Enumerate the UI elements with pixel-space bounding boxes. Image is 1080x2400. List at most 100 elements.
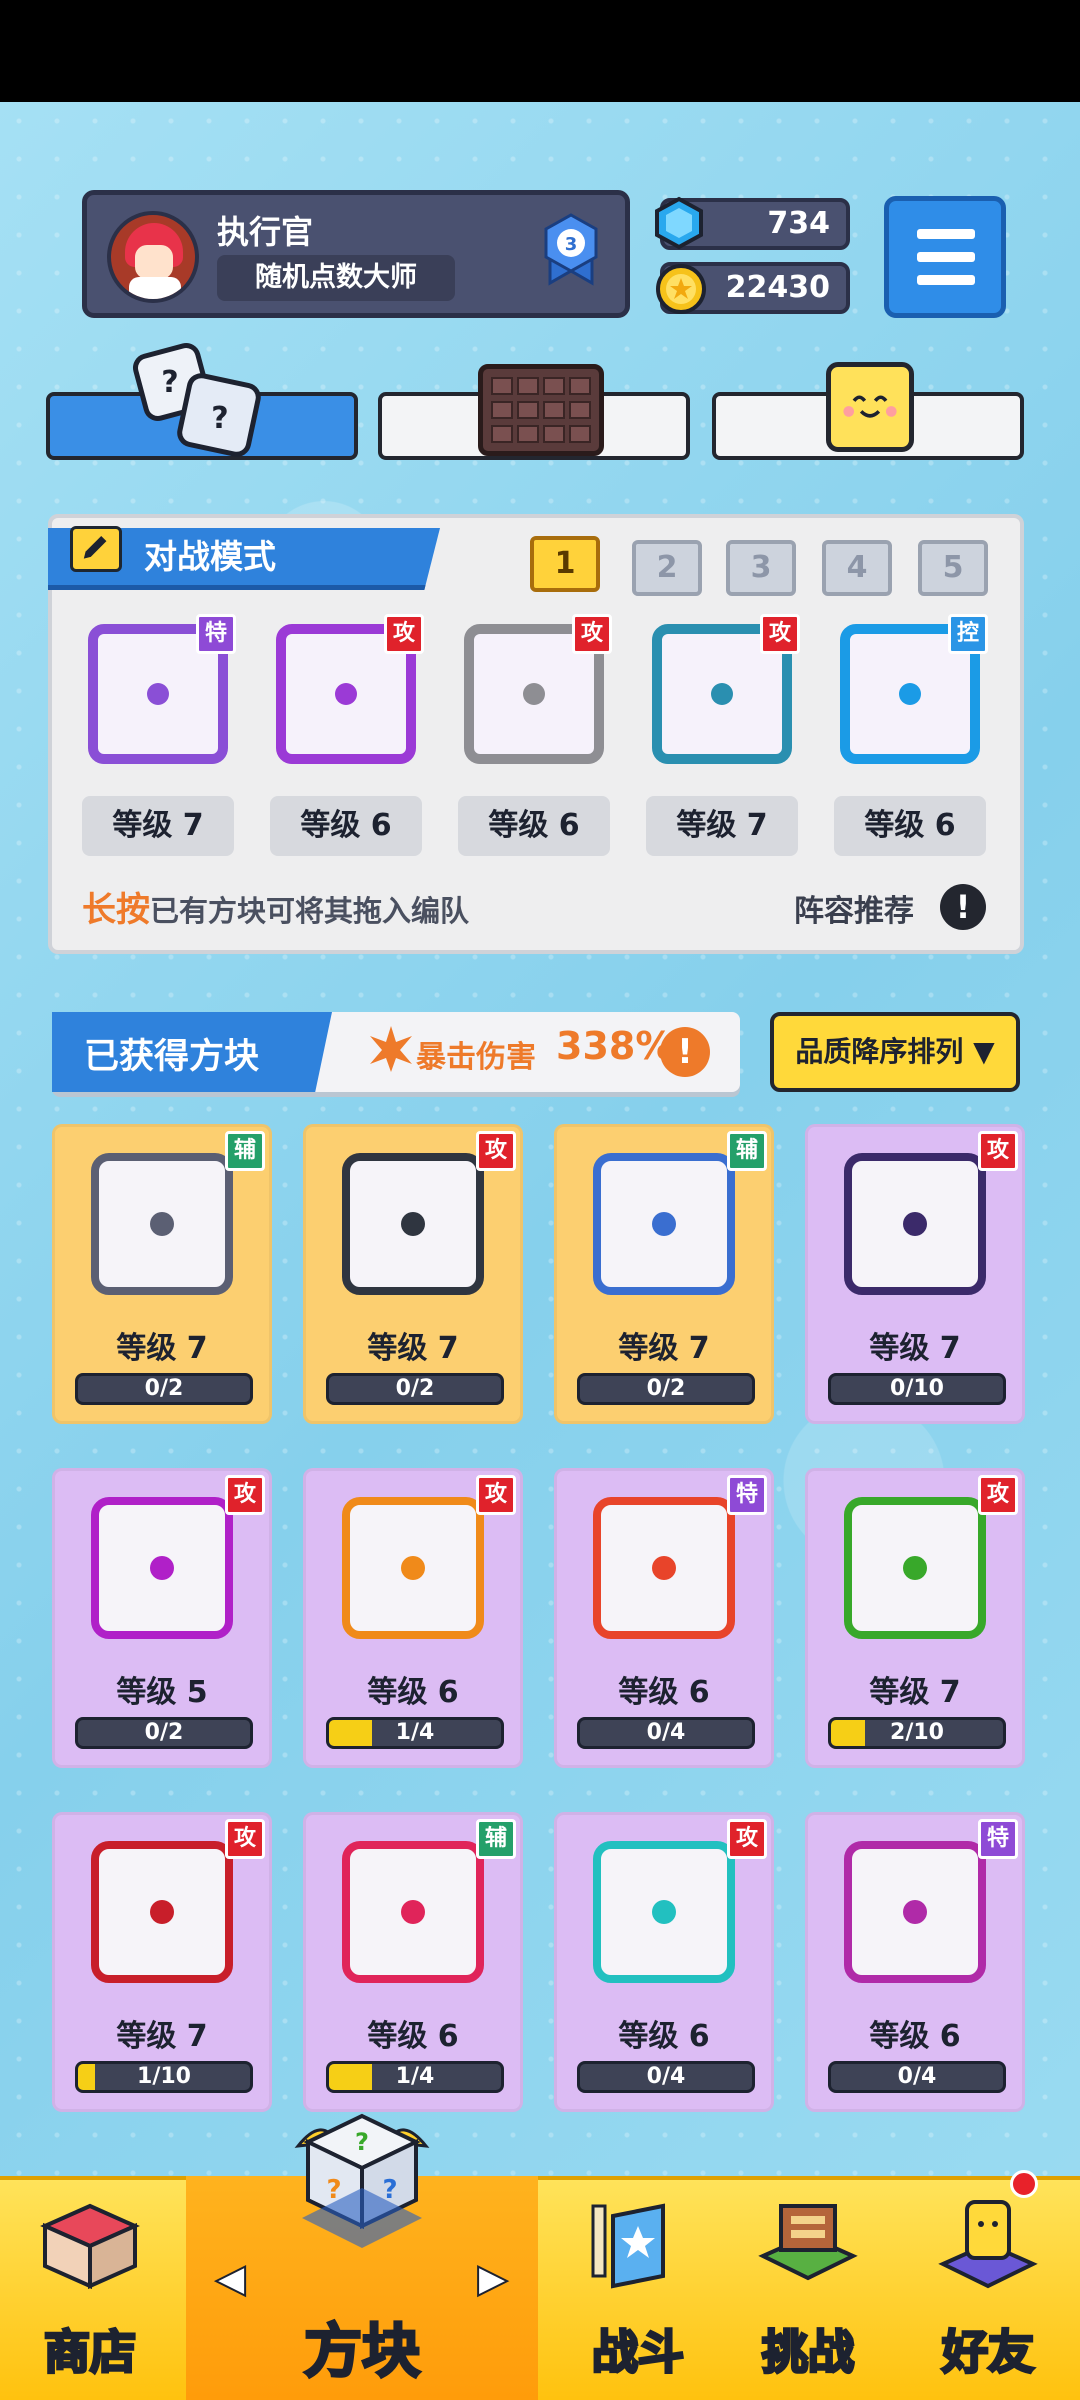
nav-shop-label: 商店 [43, 2324, 138, 2381]
menu-line-icon [917, 229, 975, 239]
menu-line-icon [917, 275, 975, 285]
nav-battle[interactable]: 战斗 [548, 2176, 728, 2400]
lineup-recommend-button[interactable]: 阵容推荐 [794, 886, 914, 930]
deck-block-level: 等级 7 [646, 796, 798, 856]
deck-slot-2[interactable]: 2 [632, 540, 702, 596]
nav-blocks-label: 方块 [302, 2316, 421, 2387]
collection-block-card[interactable]: 特等级 6 0/4 [554, 1468, 774, 1768]
deck-slot-3[interactable]: 3 [726, 540, 796, 596]
nav-blocks[interactable]: ? ? ? ◀ ▶ 方块 [186, 2113, 538, 2400]
nav-right-arrow-icon[interactable]: ▶ [477, 2255, 508, 2301]
block-type-tag: 攻 [978, 1475, 1018, 1515]
upgrade-progress-bar: 0/4 [577, 1717, 755, 1749]
block-type-tag: 攻 [476, 1131, 516, 1171]
block-core-icon [150, 1900, 174, 1924]
svg-text:?: ? [211, 401, 228, 436]
avatar[interactable] [107, 211, 199, 303]
deck-block-level: 等级 6 [270, 796, 422, 856]
lineup-info-icon[interactable]: ! [940, 884, 986, 930]
sort-dropdown[interactable]: 品质降序排列 ▼ [770, 1012, 1020, 1092]
upgrade-progress-bar: 0/2 [326, 1373, 504, 1405]
dice-icon: ? ? [133, 343, 261, 457]
friends-icon [938, 2200, 1038, 2289]
progress-text: 1/10 [137, 2064, 191, 2089]
block-type-tag: 特 [727, 1475, 767, 1515]
collection-block-card[interactable]: 攻等级 7 2/10 [805, 1468, 1025, 1768]
block-core-icon [652, 1900, 676, 1924]
menu-button[interactable] [884, 196, 1006, 318]
progress-text: 0/4 [897, 2064, 937, 2089]
player-name: 执行官 [217, 213, 314, 251]
status-bar [0, 0, 1080, 102]
collection-block-card[interactable]: 攻等级 7 0/2 [303, 1124, 523, 1424]
collection-block-card[interactable]: 攻等级 6 0/4 [554, 1812, 774, 2112]
collection-block-card[interactable]: 辅等级 6 1/4 [303, 1812, 523, 2112]
upgrade-progress-bar: 0/4 [828, 2061, 1006, 2093]
block-level: 等级 6 [869, 2019, 961, 2054]
nav-challenge[interactable]: 挑战 [718, 2176, 898, 2400]
block-type-tag: 攻 [760, 614, 800, 654]
deck-block-level: 等级 6 [834, 796, 986, 856]
edit-pencil-icon[interactable] [70, 526, 122, 572]
block-core-icon [147, 683, 169, 705]
avatar-body [129, 277, 181, 299]
block-level: 等级 6 [618, 2019, 710, 2054]
upgrade-progress-bar: 2/10 [828, 1717, 1006, 1749]
smile-icon [826, 362, 914, 452]
block-core-icon [652, 1212, 676, 1236]
board-icon [478, 364, 604, 456]
block-core-icon [401, 1212, 425, 1236]
block-core-icon [903, 1212, 927, 1236]
collection-block-card[interactable]: 攻等级 7 0/10 [805, 1124, 1025, 1424]
block-type-tag: 控 [948, 614, 988, 654]
crit-damage-value: 338% [556, 1024, 674, 1068]
deck-slot-1[interactable]: 1 [530, 536, 600, 592]
block-level: 等级 7 [116, 2019, 208, 2054]
block-type-tag: 攻 [225, 1819, 265, 1859]
menu-line-icon [917, 252, 975, 262]
block-type-tag: 辅 [476, 1819, 516, 1859]
deck-block-level: 等级 6 [458, 796, 610, 856]
collection-block-card[interactable]: 攻等级 5 0/2 [52, 1468, 272, 1768]
nav-friends[interactable]: 好友 [898, 2176, 1078, 2400]
coin-icon [656, 264, 706, 314]
block-core-icon [150, 1212, 174, 1236]
block-tile [593, 1153, 735, 1295]
chevron-down-icon: ▼ [973, 1035, 995, 1068]
progress-text: 0/10 [890, 1376, 944, 1401]
block-type-tag: 攻 [978, 1131, 1018, 1171]
profile-card[interactable]: 执行官 随机点数大师 3 [82, 190, 630, 318]
progress-text: 0/4 [646, 1720, 686, 1745]
nav-battle-label: 战斗 [591, 2324, 686, 2381]
collection-block-card[interactable]: 辅等级 7 0/2 [554, 1124, 774, 1424]
collection-block-card[interactable]: 攻等级 7 1/10 [52, 1812, 272, 2112]
nav-friends-label: 好友 [941, 2324, 1036, 2381]
block-level: 等级 7 [367, 1331, 459, 1366]
block-tile [342, 1841, 484, 1983]
progress-text: 0/2 [144, 1376, 184, 1401]
rank-number: 3 [565, 234, 578, 255]
collection-block-card[interactable]: 特等级 6 0/4 [805, 1812, 1025, 2112]
block-core-icon [903, 1556, 927, 1580]
nav-left-arrow-icon[interactable]: ◀ [215, 2255, 246, 2301]
collection-block-card[interactable]: 辅等级 7 0/2 [52, 1124, 272, 1424]
deck-slot-5[interactable]: 5 [918, 540, 988, 596]
rank-badge-icon: 3 [544, 213, 598, 286]
block-core-icon [899, 683, 921, 705]
crit-info-icon[interactable]: ! [660, 1027, 710, 1077]
progress-text: 1/4 [395, 1720, 435, 1745]
upgrade-progress-bar: 0/10 [828, 1373, 1006, 1405]
sort-label: 品质降序排列 [795, 1035, 964, 1068]
upgrade-progress-bar: 0/4 [577, 2061, 755, 2093]
block-tile [91, 1497, 233, 1639]
svg-text:?: ? [161, 365, 178, 400]
battle-mode-title: 对战模式 [144, 537, 276, 576]
deck-slot-4[interactable]: 4 [822, 540, 892, 596]
nav-shop[interactable]: 商店 [0, 2176, 180, 2400]
deck-block-level: 等级 7 [82, 796, 234, 856]
block-type-tag: 攻 [572, 614, 612, 654]
upgrade-progress-bar: 1/10 [75, 2061, 253, 2093]
drag-hint: 长按已有方块可将其拖入编队 [82, 882, 469, 931]
collection-block-card[interactable]: 攻等级 6 1/4 [303, 1468, 523, 1768]
shop-icon [40, 2203, 140, 2290]
